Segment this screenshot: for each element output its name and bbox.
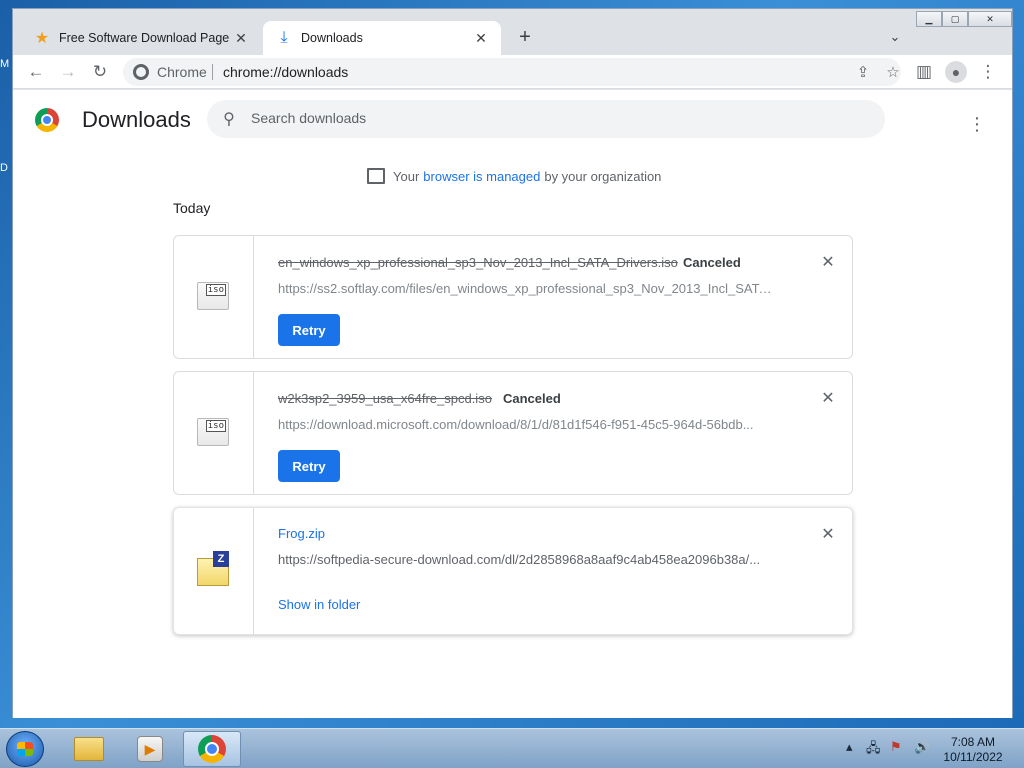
star-icon: ★ (34, 30, 50, 47)
profile-avatar-icon[interactable]: ● (945, 61, 967, 83)
retry-button[interactable]: Retry (278, 450, 340, 482)
retry-button[interactable]: Retry (278, 314, 340, 346)
side-panel-icon[interactable]: ▥ (913, 61, 935, 83)
media-player-icon: ▶ (137, 736, 163, 762)
minimize-button[interactable]: ▁ (916, 11, 942, 27)
clock-date: 10/11/2022 (943, 750, 1003, 764)
download-item: Z Frog.zip https://softpedia-secure-down… (173, 507, 853, 635)
start-button[interactable] (6, 731, 44, 767)
iso-file-icon: iso (197, 418, 229, 446)
omnibox-divider (212, 64, 213, 80)
window-controls: ▁ ▢ ✕ (916, 11, 1012, 29)
tab-free-software[interactable]: ★ Free Software Download Page - S ✕ (21, 21, 261, 55)
volume-icon[interactable]: 🔊 (914, 739, 930, 755)
download-icon: ⤓ (280, 29, 288, 46)
downloads-page: Downloads ⚲ ⋮ Your browser is managed by… (13, 90, 1012, 718)
omnibox-url[interactable]: chrome://downloads (223, 64, 348, 80)
folder-icon (74, 737, 104, 761)
close-tab-icon[interactable]: ✕ (473, 30, 489, 46)
chrome-logo-icon (35, 108, 59, 132)
building-icon (367, 168, 385, 184)
taskbar-chrome[interactable] (183, 731, 241, 767)
network-icon[interactable]: 🖧 (866, 739, 881, 761)
taskbar-explorer[interactable] (60, 731, 118, 767)
managed-prefix: Your (393, 168, 420, 184)
file-name-link[interactable]: Frog.zip (278, 526, 325, 541)
chrome-page-icon (133, 64, 149, 80)
tab-label: Downloads (301, 31, 363, 45)
reload-icon[interactable]: ↻ (89, 61, 111, 83)
file-url[interactable]: https://ss2.softlay.com/files/en_windows… (278, 281, 772, 296)
tab-strip: ★ Free Software Download Page - S ✕ ⤓ Do… (13, 9, 1012, 55)
file-name: w2k3sp2_3959_usa_x64fre_spcd.iso (278, 391, 492, 406)
toolbar: ← → ↻ Chrome chrome://downloads ⇪ ☆ ▥ ● … (13, 55, 1012, 89)
browser-window: ★ Free Software Download Page - S ✕ ⤓ Do… (12, 8, 1013, 718)
managed-suffix: by your organization (544, 168, 662, 184)
share-icon[interactable]: ⇪ (853, 62, 873, 82)
forward-arrow-icon[interactable]: → (57, 61, 79, 83)
file-url[interactable]: https://softpedia-secure-download.com/dl… (278, 552, 772, 567)
chrome-menu-icon[interactable]: ⋮ (977, 61, 999, 83)
back-arrow-icon[interactable]: ← (25, 61, 47, 83)
remove-item-close-icon[interactable]: ✕ (818, 388, 838, 408)
tab-label: Free Software Download Page - S (59, 31, 233, 45)
desktop-icon-label[interactable]: M (0, 58, 9, 70)
page-title: Downloads (82, 107, 191, 132)
bookmark-star-icon[interactable]: ☆ (883, 62, 903, 82)
file-icon-column: iso (174, 372, 254, 494)
file-icon-column: iso (174, 236, 254, 358)
tab-downloads[interactable]: ⤓ Downloads ✕ (263, 21, 501, 55)
close-tab-icon[interactable]: ✕ (233, 30, 249, 46)
managed-notice: Your browser is managed by your organiza… (367, 168, 661, 184)
more-actions-icon[interactable]: ⋮ (967, 114, 987, 134)
taskbar-media-player[interactable]: ▶ (121, 731, 179, 767)
new-tab-button[interactable]: + (513, 25, 537, 49)
action-center-flag-icon[interactable]: ⚑ (890, 739, 902, 755)
maximize-button[interactable]: ▢ (942, 11, 968, 27)
managed-link[interactable]: browser is managed (423, 169, 540, 184)
taskbar: ▶ ▴ 🖧 ⚑ 🔊 7:08 AM 10/11/2022 (0, 728, 1024, 768)
desktop-icon-label[interactable]: D (0, 162, 8, 174)
file-name: en_windows_xp_professional_sp3_Nov_2013_… (278, 255, 678, 270)
close-window-button[interactable]: ✕ (968, 11, 1012, 27)
remove-item-close-icon[interactable]: ✕ (818, 524, 838, 544)
omnibox-scheme-label: Chrome (157, 64, 207, 80)
show-hidden-icons-icon[interactable]: ▴ (846, 739, 853, 755)
date-section-label: Today (173, 200, 211, 216)
search-icon: ⚲ (223, 111, 235, 128)
remove-item-close-icon[interactable]: ✕ (818, 252, 838, 272)
download-item: iso w2k3sp2_3959_usa_x64fre_spcd.iso Can… (173, 371, 853, 495)
zip-file-icon: Z (197, 551, 229, 586)
file-icon-column: Z (174, 508, 254, 634)
show-in-folder-link[interactable]: Show in folder (278, 597, 360, 612)
address-bar[interactable]: Chrome chrome://downloads ⇪ ☆ (123, 58, 901, 86)
tab-search-chevron-icon[interactable]: ⌄ (885, 27, 905, 47)
download-status: Canceled (503, 391, 561, 406)
search-bar[interactable]: ⚲ (207, 100, 885, 138)
system-clock[interactable]: 7:08 AM 10/11/2022 (936, 735, 1010, 765)
search-input[interactable] (251, 110, 851, 126)
download-item: iso en_windows_xp_professional_sp3_Nov_2… (173, 235, 853, 359)
chrome-icon (198, 735, 226, 763)
file-url[interactable]: https://download.microsoft.com/download/… (278, 417, 772, 432)
clock-time: 7:08 AM (950, 735, 996, 749)
download-status: Canceled (683, 255, 741, 270)
iso-file-icon: iso (197, 282, 229, 310)
